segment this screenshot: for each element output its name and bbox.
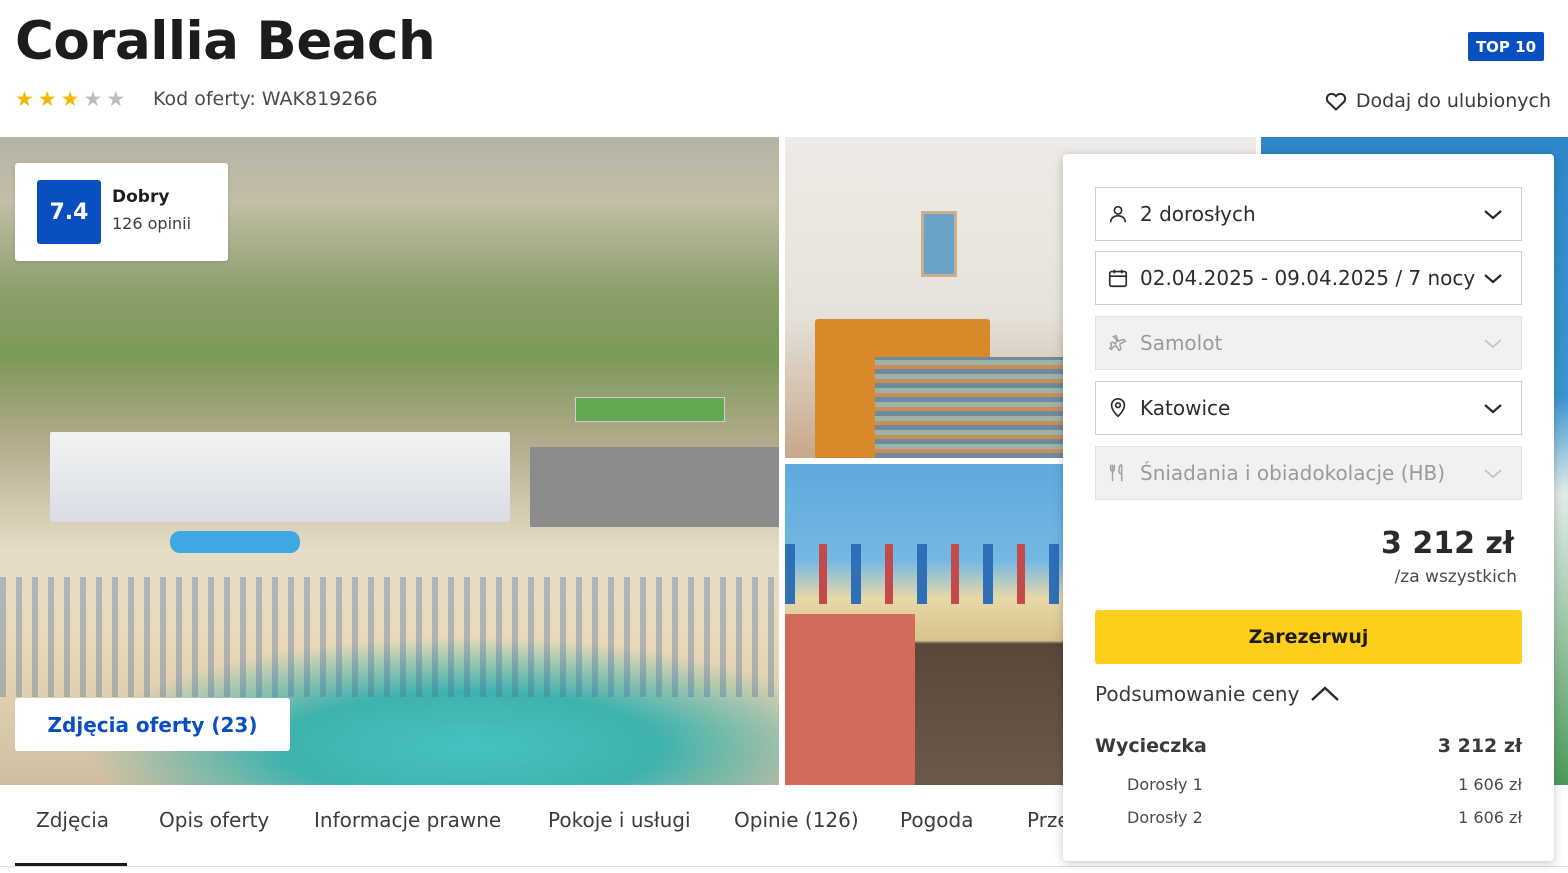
- adult-label: Dorosły 2: [1127, 808, 1203, 827]
- rating-card: 7.4 Dobry 126 opinii: [15, 163, 228, 261]
- price-summary-label: Podsumowanie ceny: [1095, 682, 1300, 706]
- dates-value: 02.04.2025 - 09.04.2025 / 7 nocy: [1140, 266, 1476, 290]
- tab-legal-info[interactable]: Informacje prawne: [314, 808, 501, 832]
- dates-select[interactable]: 02.04.2025 - 09.04.2025 / 7 nocy: [1095, 251, 1522, 305]
- adult-price: 1 606 zł: [1458, 808, 1522, 827]
- airplane-icon: [1106, 331, 1130, 355]
- board-type-select: Śniadania i obiadokolacje (HB): [1095, 446, 1522, 500]
- rating-score: 7.4: [37, 180, 101, 244]
- price-summary-trip-row: Wycieczka 3 212 zł: [1095, 735, 1522, 757]
- trip-total: 3 212 zł: [1437, 735, 1522, 757]
- chevron-down-icon: [1484, 274, 1502, 284]
- star-icon: ★: [106, 87, 126, 111]
- star-icon: ★: [60, 87, 80, 111]
- chevron-down-icon: [1484, 339, 1502, 349]
- star-icon: ★: [83, 87, 103, 111]
- tab-reviews[interactable]: Opinie (126): [734, 808, 859, 832]
- star-rating: ★ ★ ★ ★ ★: [15, 88, 125, 110]
- booking-panel: 2 dorosłych 02.04.2025 - 09.04.2025 / 7 …: [1063, 154, 1554, 861]
- active-tab-indicator: [15, 863, 127, 866]
- chevron-up-icon: [1311, 686, 1340, 701]
- star-icon: ★: [37, 87, 57, 111]
- favorites-label: Dodaj do ulubionych: [1355, 90, 1551, 112]
- rating-label: Dobry: [112, 187, 170, 207]
- heart-icon: [1325, 92, 1347, 111]
- departure-city-select[interactable]: Katowice: [1095, 381, 1522, 435]
- price-note: /za wszystkich: [1394, 567, 1517, 587]
- transport-value: Samolot: [1140, 331, 1223, 355]
- book-button[interactable]: Zarezerwuj: [1095, 610, 1522, 664]
- trip-label: Wycieczka: [1095, 735, 1207, 757]
- chevron-down-icon: [1484, 404, 1502, 414]
- calendar-icon: [1106, 266, 1130, 290]
- offer-code: Kod oferty: WAK819266: [153, 88, 378, 110]
- adult-price: 1 606 zł: [1458, 775, 1522, 794]
- travelers-select[interactable]: 2 dorosłych: [1095, 187, 1522, 241]
- cutlery-icon: [1106, 461, 1130, 485]
- location-pin-icon: [1106, 396, 1130, 420]
- price-summary-toggle[interactable]: Podsumowanie ceny: [1095, 682, 1341, 706]
- total-price: 3 212 zł: [1381, 526, 1514, 561]
- travelers-value: 2 dorosłych: [1140, 202, 1256, 226]
- adult-label: Dorosły 1: [1127, 775, 1203, 794]
- transport-select: Samolot: [1095, 316, 1522, 370]
- chevron-down-icon: [1484, 210, 1502, 220]
- add-to-favorites-button[interactable]: Dodaj do ulubionych: [1324, 89, 1551, 113]
- price-summary-row: Dorosły 1 1 606 zł: [1095, 775, 1522, 794]
- price-summary-row: Dorosły 2 1 606 zł: [1095, 808, 1522, 827]
- rating-count[interactable]: 126 opinii: [112, 214, 191, 233]
- departure-city-value: Katowice: [1140, 396, 1231, 420]
- page-title: Corallia Beach: [15, 11, 436, 72]
- board-type-value: Śniadania i obiadokolacje (HB): [1140, 461, 1446, 485]
- chevron-down-icon: [1484, 469, 1502, 479]
- tab-weather[interactable]: Pogoda: [900, 808, 973, 832]
- star-icon: ★: [15, 87, 34, 111]
- offer-photos-button[interactable]: Zdjęcia oferty (23): [15, 698, 290, 751]
- top-10-badge: TOP 10: [1468, 32, 1544, 61]
- tab-photos[interactable]: Zdjęcia: [36, 808, 109, 832]
- tab-rooms-services[interactable]: Pokoje i usługi: [548, 808, 691, 832]
- person-icon: [1106, 202, 1130, 226]
- tab-offer-description[interactable]: Opis oferty: [159, 808, 269, 832]
